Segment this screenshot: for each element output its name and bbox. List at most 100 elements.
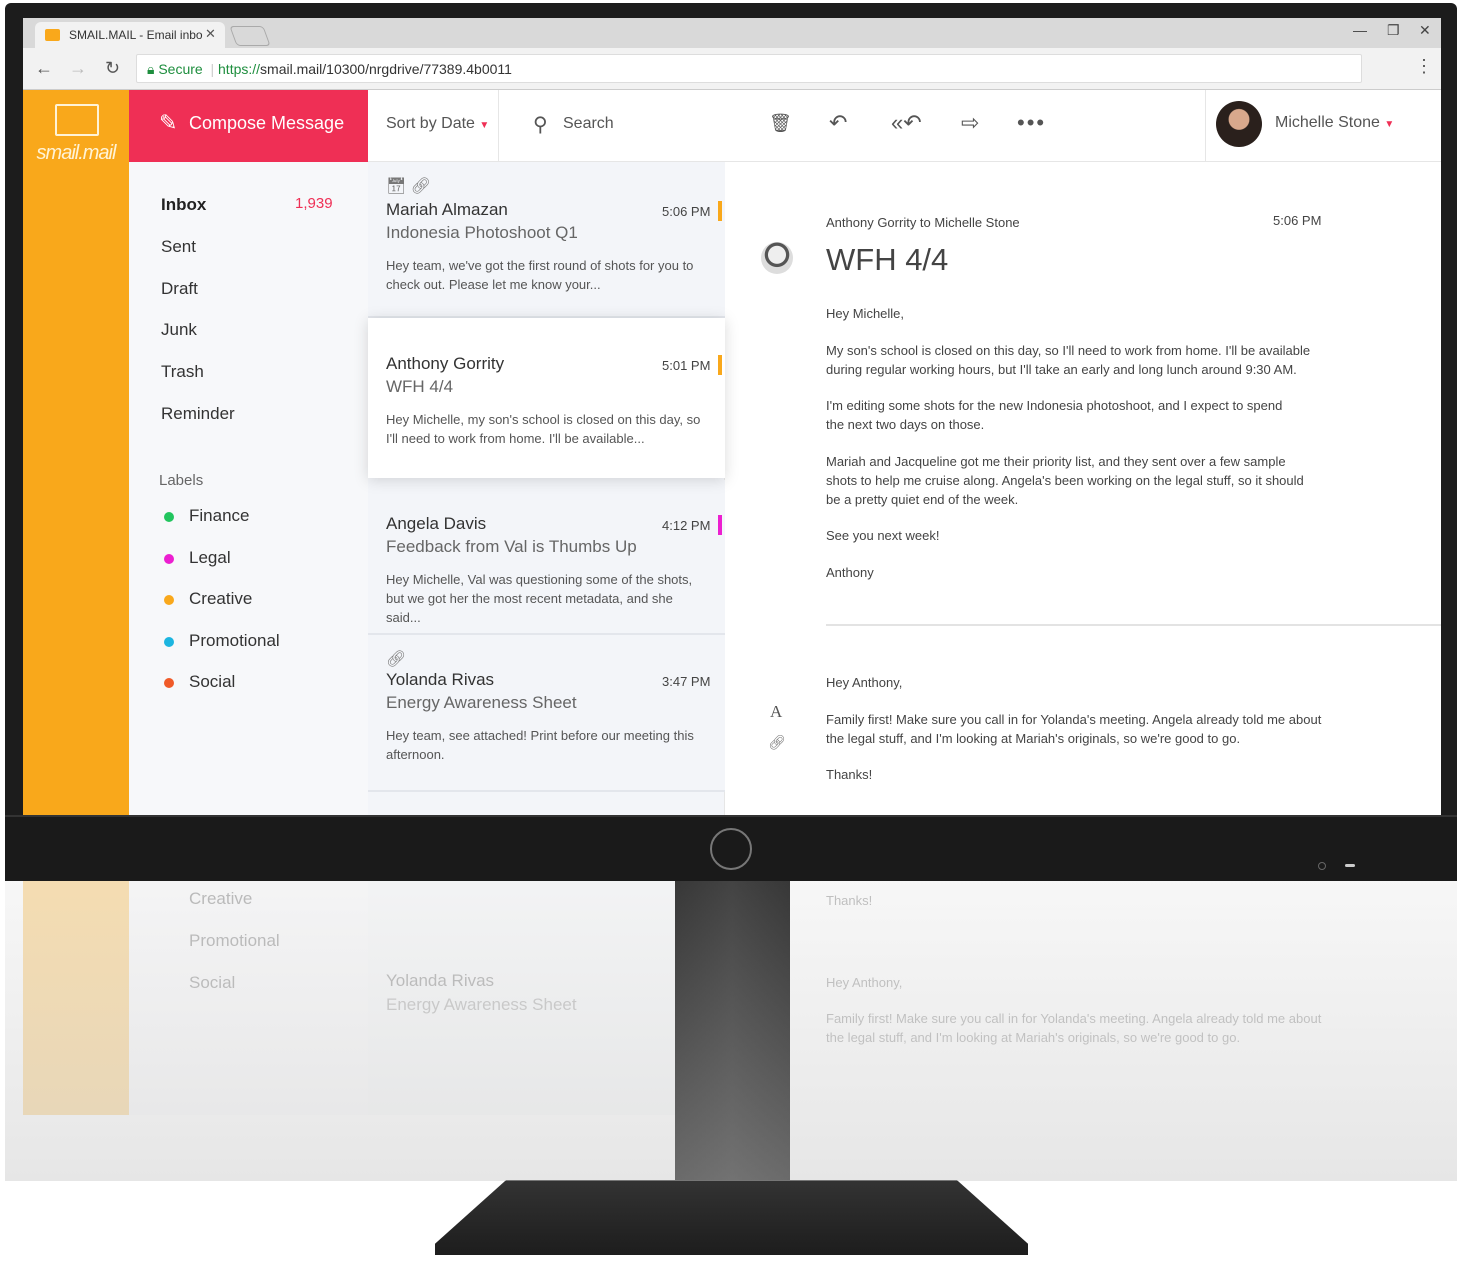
label-legal[interactable]: Legal <box>189 548 231 568</box>
email-preview: Hey team, we've got the first round of s… <box>386 258 694 292</box>
reply-paragraph[interactable]: Thanks! <box>826 765 1326 784</box>
back-icon[interactable]: ← <box>35 58 53 79</box>
search-placeholder: Search <box>563 115 614 132</box>
browser-tab[interactable]: SMAIL.MAIL - Email inbo ✕ <box>35 22 225 48</box>
email-time: 4:12 PM <box>662 518 711 533</box>
secure-label: Secure <box>158 61 203 77</box>
user-menu[interactable]: Michelle Stone ▼ <box>1205 90 1441 162</box>
email-time: 5:06 PM <box>662 204 711 219</box>
logo-text: smail.mail <box>36 142 117 164</box>
email-from: Angela Davis <box>386 514 487 533</box>
email-time: 5:01 PM <box>662 358 711 373</box>
flag-marker <box>718 201 722 221</box>
reading-pane: Anthony Gorrity to Michelle Stone 5:06 P… <box>725 162 1441 815</box>
body-paragraph: I'm editing some shots for the new Indon… <box>826 398 1283 432</box>
monitor-stand-neck <box>675 881 790 1186</box>
reflected-label: Creative <box>189 889 253 908</box>
sender-avatar <box>761 242 793 274</box>
new-tab-button[interactable] <box>229 26 271 46</box>
email-item[interactable]: Angela Davis 4:12 PM Feedback from Val i… <box>368 480 725 635</box>
forward-icon[interactable]: ⇨ <box>961 110 979 136</box>
email-item[interactable]: 🔗︎ Yolanda Rivas 3:47 PM Energy Awarenes… <box>368 635 725 792</box>
promotional-dot-icon <box>164 637 174 647</box>
hp-logo <box>710 828 752 870</box>
email-preview: Hey Michelle, my son's school is closed … <box>386 412 701 446</box>
social-dot-icon <box>164 678 174 688</box>
power-button-icon[interactable] <box>1318 862 1326 870</box>
nav-draft[interactable]: Draft <box>161 279 198 299</box>
folder-nav: Inbox 1,939 Sent Draft Junk Trash Remind… <box>129 162 368 815</box>
link-icon: 🔗︎ <box>386 651 407 668</box>
text-format-icon[interactable]: A <box>770 702 782 722</box>
screen-reflection-left: Creative Promotional Social Yolanda Riva… <box>23 881 675 1115</box>
reply-icon[interactable]: ↶ <box>829 110 847 136</box>
email-from: Mariah Almazan <box>386 200 508 219</box>
lock-icon: 🔒︎ <box>147 61 155 77</box>
nav-trash[interactable]: Trash <box>161 362 204 382</box>
email-item-selected[interactable]: Anthony Gorrity 5:01 PM WFH 4/4 Hey Mich… <box>368 318 725 478</box>
label-creative[interactable]: Creative <box>189 589 252 609</box>
reflected-label: Social <box>189 973 236 992</box>
reflected-reply: Thanks! <box>826 893 873 908</box>
reply-all-icon[interactable]: «↶ <box>891 110 922 136</box>
reflected-label: Promotional <box>189 931 280 950</box>
email-subject: Indonesia Photoshoot Q1 <box>386 223 578 242</box>
email-from: Anthony Gorrity <box>386 354 505 373</box>
message-meta: Anthony Gorrity to Michelle Stone <box>826 215 1020 230</box>
reload-icon[interactable]: ↻ <box>105 58 120 79</box>
reflected-reply: Hey Anthony, <box>826 975 903 990</box>
monitor-screen: SMAIL.MAIL - Email inbo ✕ — ❐ ✕ ← → ↻ 🔒︎… <box>23 18 1441 815</box>
flag-marker <box>718 515 722 535</box>
search-icon: ⚲ <box>533 114 548 136</box>
mail-favicon-icon <box>45 29 60 41</box>
attach-link-icon[interactable]: 🔗︎ <box>768 734 786 751</box>
caret-down-icon: ▼ <box>479 120 490 131</box>
calendar-link-icons: 📅︎ 🔗︎ <box>386 178 432 195</box>
email-list: 📅︎ 🔗︎ Mariah Almazan 5:06 PM Indonesia P… <box>368 162 725 815</box>
restore-icon[interactable]: ❐ <box>1387 22 1400 39</box>
url-input[interactable]: 🔒︎ Secure | https://smail.mail/10300/nrg… <box>136 54 1362 83</box>
reply-paragraph[interactable]: Hey Anthony, <box>826 673 1326 692</box>
nav-sent[interactable]: Sent <box>161 237 196 257</box>
email-subject: Energy Awareness Sheet <box>386 693 577 712</box>
finance-dot-icon <box>164 512 174 522</box>
message-toolbar: 🗑︎ ↶ «↶ ⇨ ••• <box>725 90 1205 162</box>
label-social[interactable]: Social <box>189 672 235 692</box>
compose-icon: ✎ <box>159 110 178 135</box>
sort-dropdown[interactable]: Sort by Date ▼ <box>368 90 499 162</box>
minimize-icon[interactable]: — <box>1353 22 1367 38</box>
body-paragraph: Hey Michelle, <box>826 306 905 321</box>
reflected-from: Yolanda Rivas <box>386 971 495 990</box>
compose-button[interactable]: ✎ Compose Message <box>129 90 368 162</box>
search-input[interactable]: ⚲ Search <box>499 90 725 162</box>
message-title: WFH 4/4 <box>826 242 949 277</box>
label-promotional[interactable]: Promotional <box>189 631 280 651</box>
body-signature: Anthony <box>826 565 874 580</box>
mail-app: smail.mail ✎ Compose Message Inbox 1,939… <box>23 90 1441 815</box>
browser-menu-icon[interactable]: ⋮ <box>1415 56 1433 77</box>
more-icon[interactable]: ••• <box>1017 110 1046 136</box>
trash-icon[interactable]: 🗑︎ <box>769 113 792 134</box>
nav-reminder[interactable]: Reminder <box>161 404 235 424</box>
close-tab-icon[interactable]: ✕ <box>205 26 216 42</box>
label-finance[interactable]: Finance <box>189 506 249 526</box>
email-time: 3:47 PM <box>662 674 711 689</box>
legal-dot-icon <box>164 554 174 564</box>
body-paragraph: Mariah and Jacqueline got me their prior… <box>826 454 1304 507</box>
forward-icon[interactable]: → <box>69 58 87 79</box>
email-item[interactable]: 📅︎ 🔗︎ Mariah Almazan 5:06 PM Indonesia P… <box>368 162 725 318</box>
body-paragraph: My son's school is closed on this day, s… <box>826 343 1311 377</box>
email-subject: Feedback from Val is Thumbs Up <box>386 537 637 556</box>
url-text: smail.mail/10300/nrgdrive/77389.4b0011 <box>260 61 512 77</box>
caret-down-icon: ▼ <box>1384 119 1395 130</box>
nav-junk[interactable]: Junk <box>161 320 197 340</box>
avatar <box>1216 101 1262 147</box>
logo-mail-icon <box>55 104 99 136</box>
email-subject: WFH 4/4 <box>386 377 454 396</box>
address-bar-row: ← → ↻ 🔒︎ Secure | https://smail.mail/103… <box>23 48 1441 90</box>
close-window-icon[interactable]: ✕ <box>1419 22 1431 39</box>
user-name: Michelle Stone <box>1275 114 1380 131</box>
reply-paragraph[interactable]: Family first! Make sure you call in for … <box>826 710 1326 748</box>
nav-inbox[interactable]: Inbox <box>161 195 206 215</box>
creative-dot-icon <box>164 595 174 605</box>
